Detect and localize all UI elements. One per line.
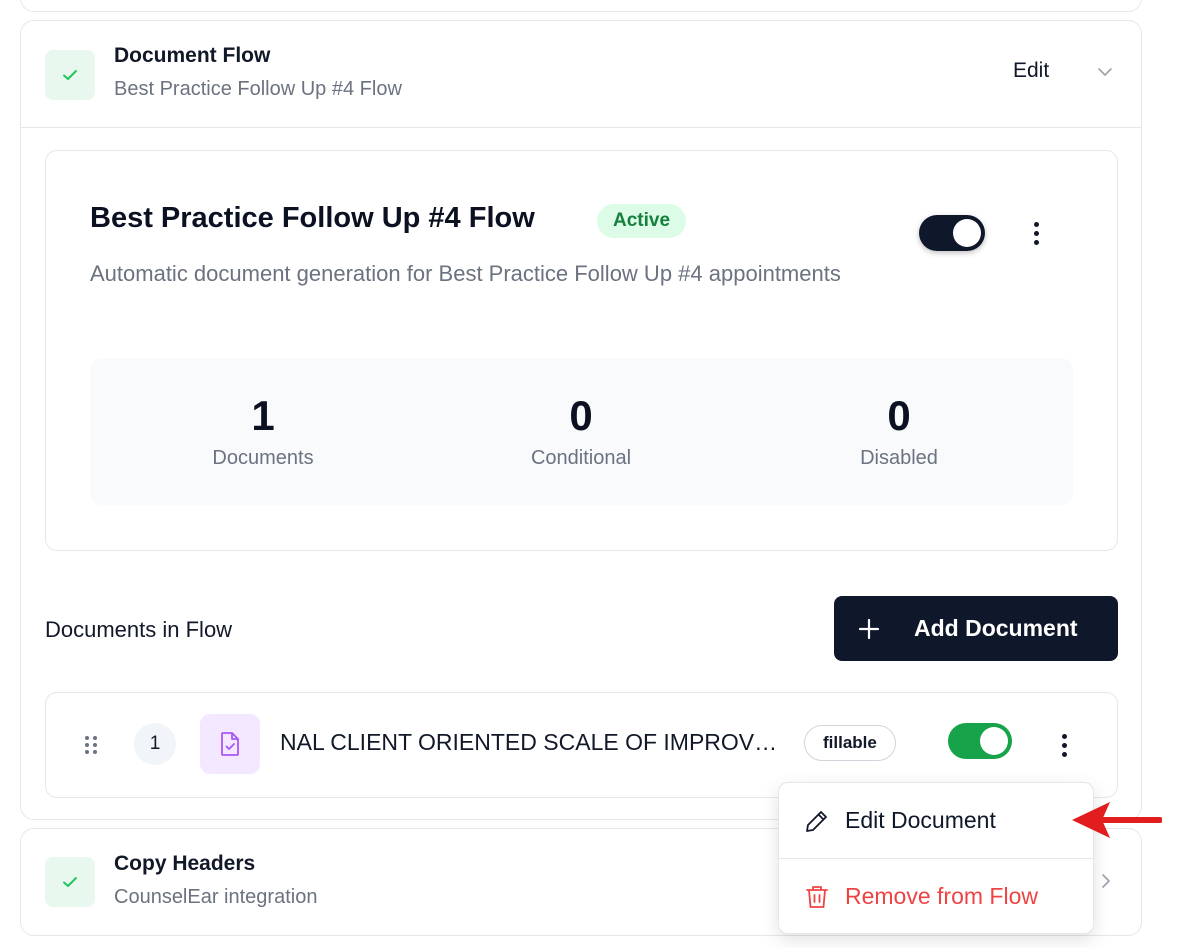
- step-subtitle: Best Practice Follow Up #4 Flow: [114, 78, 402, 100]
- document-type-badge: fillable: [804, 725, 896, 761]
- add-document-button[interactable]: Add Document: [834, 596, 1118, 661]
- edit-step-button[interactable]: Edit: [1013, 59, 1049, 83]
- copy-headers-title: Copy Headers: [114, 852, 256, 875]
- flow-more-options-icon[interactable]: [1024, 217, 1048, 249]
- remove-from-flow-menu-item[interactable]: Remove from Flow: [779, 859, 1093, 934]
- flow-description: Automatic document generation for Best P…: [90, 261, 841, 286]
- status-badge: Active: [597, 204, 687, 238]
- document-order-number: 1: [134, 723, 176, 765]
- flow-enabled-toggle[interactable]: [919, 215, 985, 251]
- stat-documents-value: 1: [251, 392, 275, 439]
- documents-section-label: Documents in Flow: [45, 617, 233, 642]
- check-icon: [63, 877, 77, 887]
- previous-step-card: [20, 0, 1142, 12]
- card-divider: [21, 127, 1141, 128]
- copy-headers-subtitle: CounselEar integration: [114, 886, 318, 908]
- stat-disabled-value: 0: [887, 392, 911, 439]
- check-icon: [63, 70, 77, 80]
- annotation-arrow-icon: [1068, 798, 1163, 847]
- document-more-options-icon[interactable]: [1052, 729, 1076, 761]
- remove-from-flow-label: Remove from Flow: [845, 883, 1038, 909]
- step-complete-badge: [45, 50, 95, 100]
- edit-document-menu-item[interactable]: Edit Document: [779, 783, 1093, 858]
- chevron-down-icon[interactable]: [1095, 62, 1115, 87]
- step-complete-badge: [45, 857, 95, 907]
- trash-icon: [806, 885, 828, 908]
- document-enabled-toggle[interactable]: [948, 723, 1012, 759]
- drag-handle-icon[interactable]: [82, 734, 100, 761]
- document-context-menu: Edit Document Remove from Flow: [778, 782, 1094, 934]
- file-check-icon: [200, 714, 260, 774]
- step-title: Document Flow: [114, 44, 271, 67]
- document-name: NAL CLIENT ORIENTED SCALE OF IMPROVEMENT: [280, 729, 785, 755]
- flow-title: Best Practice Follow Up #4 Flow: [90, 202, 535, 234]
- stat-documents-label: Documents: [212, 447, 314, 469]
- stat-conditional-label: Conditional: [530, 447, 632, 469]
- stat-conditional-value: 0: [569, 392, 593, 439]
- plus-icon: [858, 618, 880, 639]
- edit-document-label: Edit Document: [845, 807, 996, 833]
- chevron-right-icon[interactable]: [1098, 871, 1114, 896]
- add-document-label: Add Document: [914, 615, 1078, 641]
- pencil-icon: [806, 810, 827, 832]
- stat-disabled-label: Disabled: [860, 447, 938, 469]
